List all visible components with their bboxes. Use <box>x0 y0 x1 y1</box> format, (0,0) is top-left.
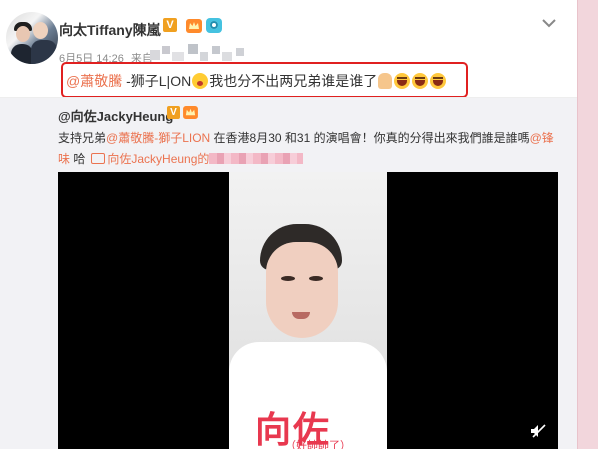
chevron-down-icon[interactable] <box>541 17 557 29</box>
video-link[interactable]: 向佐JackyHeung的 <box>107 152 209 166</box>
repost-text: 在香港8月30 和31 的演唱會！你真的分得出來我們誰是誰嗎 <box>210 131 530 145</box>
verified-badge: V <box>163 18 177 32</box>
repost-text-line2: 味 哈 向佐JackyHeung的 <box>58 150 304 167</box>
blurred-link-text <box>209 153 304 164</box>
link-icon <box>91 153 106 164</box>
repost-text-line1: 支持兄弟@蕭敬騰-獅子LION 在香港8月30 和31 的演唱會！你真的分得出來… <box>58 129 554 146</box>
video-frame: 向佐 （好帥帥了） <box>229 172 387 449</box>
video-player[interactable]: 向佐 （好帥帥了） <box>58 172 558 449</box>
mention-link[interactable]: @锋 <box>530 131 554 145</box>
author-name[interactable]: 向太Tiffany陳嵐 <box>59 20 161 40</box>
crown-icon[interactable] <box>186 19 202 33</box>
blurred-source <box>150 44 246 62</box>
weibo-post: 向太Tiffany陳嵐 V 6月5日 14:26 来自 @蕭敬騰 -狮子L|ON… <box>0 0 578 449</box>
scrollbar[interactable] <box>577 0 598 449</box>
verified-badge: V <box>167 106 180 119</box>
repost-text: 哈 <box>70 152 86 166</box>
crown-icon[interactable] <box>183 106 198 119</box>
avatar[interactable] <box>6 12 58 64</box>
mute-icon[interactable] <box>530 424 546 438</box>
highlight-box <box>61 62 468 98</box>
mention-link[interactable]: @蕭敬騰-獅子LION <box>106 131 210 145</box>
repost-text: 支持兄弟 <box>58 131 107 145</box>
video-subcaption: （好帥帥了） <box>285 440 351 449</box>
mention-link-cont[interactable]: 味 <box>58 152 70 166</box>
camera-icon[interactable] <box>206 18 222 33</box>
repost-author[interactable]: @向佐JackyHeung <box>58 106 173 125</box>
